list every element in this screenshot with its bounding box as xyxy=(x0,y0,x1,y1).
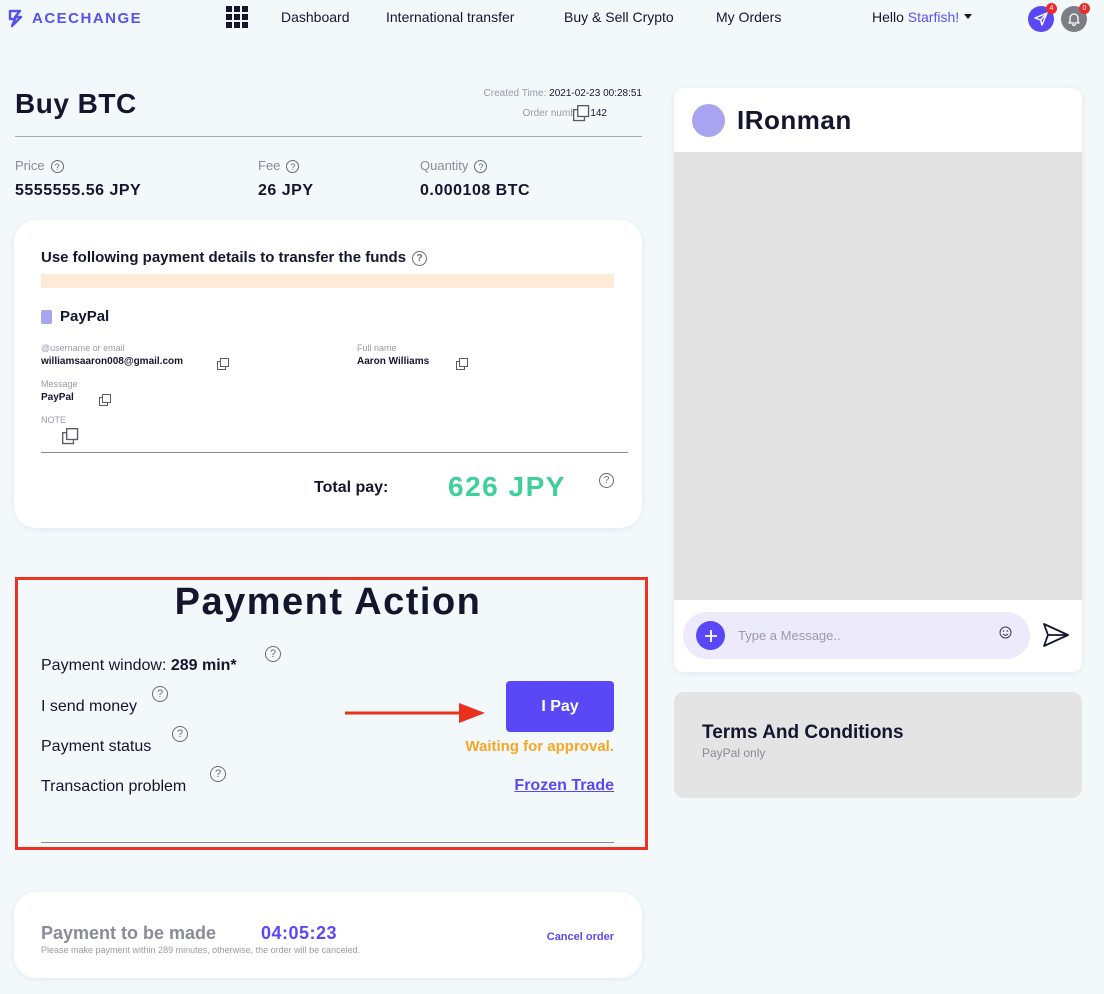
avatar xyxy=(692,104,725,137)
bell-badge: 0 xyxy=(1079,3,1090,14)
alerts-button[interactable]: 0 xyxy=(1061,3,1090,32)
price-value: 5555555.56 JPY xyxy=(15,182,142,199)
caret-down-icon xyxy=(964,13,973,19)
page-title: Buy BTC xyxy=(15,88,137,119)
payment-details-card: Use following payment details to transfe… xyxy=(14,220,642,528)
send-money-label: I send money xyxy=(41,698,138,715)
fullname-label: Full name xyxy=(357,343,397,353)
brand-logo[interactable]: ACECHANGE xyxy=(8,8,142,28)
notice-bar xyxy=(41,274,614,288)
copy-fullname-icon[interactable] xyxy=(456,358,468,370)
chat-messages-area xyxy=(674,152,1082,600)
i-pay-button[interactable]: I Pay xyxy=(506,681,614,732)
chat-partner-name: IRonman xyxy=(737,105,852,135)
payment-action-title: Payment Action xyxy=(174,581,482,623)
help-icon[interactable]: ? xyxy=(210,766,226,782)
copy-message-icon[interactable] xyxy=(99,394,111,406)
help-icon[interactable]: ? xyxy=(50,160,64,174)
help-icon[interactable]: ? xyxy=(172,726,188,742)
created-time: Created Time: 2021-02-23 00:28:51 xyxy=(484,88,642,99)
countdown-timer: 04:05:23 xyxy=(261,923,338,943)
help-icon[interactable]: ? xyxy=(265,646,281,662)
message-label: Message xyxy=(41,379,78,389)
copy-order-number-icon[interactable] xyxy=(573,105,590,122)
brand-name: ACECHANGE xyxy=(32,9,143,27)
username-label: @username or email xyxy=(41,343,125,353)
total-pay-label: Total pay: xyxy=(314,479,389,496)
action-divider xyxy=(41,842,614,843)
help-icon[interactable]: ? xyxy=(412,250,428,266)
created-time-value: 2021-02-23 00:28:51 xyxy=(549,88,642,99)
transaction-problem-label: Transaction problem xyxy=(41,778,187,795)
fee-label: Fee? xyxy=(258,158,300,174)
fullname-value: Aaron Williams xyxy=(357,356,430,367)
countdown-label: Payment to be made xyxy=(41,923,217,943)
apps-grid-icon[interactable] xyxy=(226,6,248,28)
terms-subtitle: PayPal only xyxy=(702,746,766,760)
countdown-note: Please make payment within 289 minutes, … xyxy=(41,945,361,955)
help-icon[interactable]: ? xyxy=(152,686,168,702)
payment-details-heading: Use following payment details to transfe… xyxy=(41,249,428,266)
user-menu[interactable]: Hello Starfish! xyxy=(872,9,973,25)
terms-card: Terms And Conditions PayPal only xyxy=(674,692,1082,798)
total-pay-value: 626 JPY xyxy=(448,471,566,502)
payment-window-label: Payment window: 289 min* xyxy=(41,657,237,674)
message-value: PayPal xyxy=(41,392,74,403)
nav-buy-sell-crypto[interactable]: Buy & Sell Crypto xyxy=(564,9,674,25)
nav-dashboard[interactable]: Dashboard xyxy=(281,9,350,25)
payment-status-value: Waiting for approval. xyxy=(465,738,614,755)
send-notifications-button[interactable]: 4 xyxy=(1028,3,1057,32)
bell-icon xyxy=(1068,13,1080,26)
header-divider xyxy=(15,136,642,137)
payment-method: PayPal xyxy=(41,308,109,325)
attach-plus-button[interactable] xyxy=(696,621,725,650)
plus-icon xyxy=(704,629,717,642)
username: Starfish! xyxy=(907,9,960,25)
annotation-arrow-icon xyxy=(345,703,485,723)
payment-method-name: PayPal xyxy=(60,308,110,325)
paper-plane-icon xyxy=(1034,12,1048,26)
price-label: Price? xyxy=(15,158,64,174)
help-icon[interactable]: ? xyxy=(474,160,488,174)
copy-note-icon[interactable] xyxy=(62,428,79,445)
payment-status-label: Payment status xyxy=(41,738,152,755)
message-input[interactable] xyxy=(738,622,993,648)
fee-value: 26 JPY xyxy=(258,182,314,199)
paypal-swatch-icon xyxy=(41,309,52,324)
send-message-icon[interactable] xyxy=(1042,622,1070,648)
help-icon[interactable]: ? xyxy=(286,160,300,174)
details-divider xyxy=(41,452,628,453)
emoji-icon[interactable] xyxy=(999,626,1012,639)
message-composer xyxy=(683,612,1030,659)
nav-international-transfer[interactable]: International transfer xyxy=(386,9,514,25)
quantity-value: 0.000108 BTC xyxy=(420,182,531,199)
payment-countdown-card: Payment to be made 04:05:23 Please make … xyxy=(14,892,642,978)
username-value: williamsaaron008@gmail.com xyxy=(41,356,184,367)
terms-title: Terms And Conditions xyxy=(702,722,904,743)
note-label: NOTE xyxy=(41,415,67,425)
quantity-label: Quantity? xyxy=(420,158,488,174)
greeting-text: Hello xyxy=(872,9,908,25)
nav-my-orders[interactable]: My Orders xyxy=(716,9,781,25)
help-icon[interactable]: ? xyxy=(599,473,614,488)
order-number: Order number: 142 xyxy=(523,108,608,119)
top-nav: ACECHANGE Dashboard International transf… xyxy=(0,0,1104,36)
order-number-value: 142 xyxy=(590,108,607,119)
payment-window-value: 289 min* xyxy=(170,657,237,674)
copy-username-icon[interactable] xyxy=(217,358,229,370)
cancel-order-link[interactable]: Cancel order xyxy=(494,931,614,943)
created-time-label: Created Time: xyxy=(483,88,547,99)
acechange-logo-icon xyxy=(8,9,23,28)
frozen-trade-link[interactable]: Frozen Trade xyxy=(380,777,614,795)
chat-panel: IRonman xyxy=(674,88,1082,672)
send-badge: 4 xyxy=(1046,3,1057,14)
